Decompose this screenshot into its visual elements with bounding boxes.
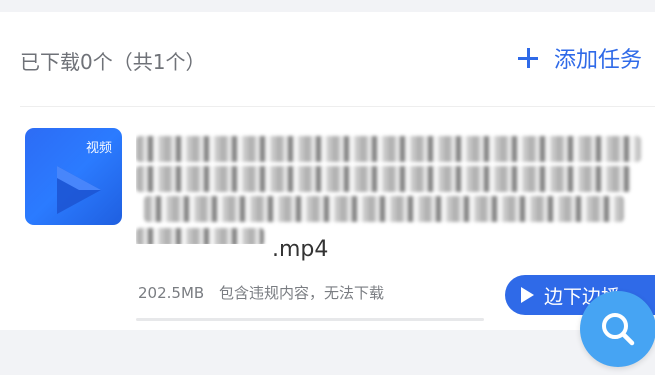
add-task-button[interactable]: 添加任务 <box>518 43 642 73</box>
file-extension: .mp4 <box>272 237 329 262</box>
download-progress-bar <box>136 318 484 321</box>
divider <box>20 106 655 107</box>
thumbnail-label: 视频 <box>85 141 112 156</box>
file-name-obscured <box>136 126 646 244</box>
video-thumbnail: 视频 <box>25 128 122 225</box>
plus-icon <box>518 48 538 68</box>
search-fab-button[interactable] <box>580 291 655 367</box>
status-message: 包含违规内容，无法下载 <box>218 284 384 302</box>
download-count-text: 已下载0个（共1个） <box>20 50 206 74</box>
video-play-icon <box>57 166 101 214</box>
download-list-card: 已下载0个（共1个） 添加任务 视频 .mp4 202.5MB 包含违规内容，无… <box>0 12 655 330</box>
file-size: 202.5MB <box>138 284 205 302</box>
download-header: 已下载0个（共1个） 添加任务 <box>0 12 655 107</box>
download-item[interactable]: 视频 .mp4 202.5MB 包含违规内容，无法下载 边下边播 <box>0 108 655 330</box>
add-task-label: 添加任务 <box>554 48 643 73</box>
search-icon <box>602 313 635 346</box>
file-status-row: 202.5MB 包含违规内容，无法下载 <box>138 282 384 303</box>
play-icon <box>521 287 534 303</box>
